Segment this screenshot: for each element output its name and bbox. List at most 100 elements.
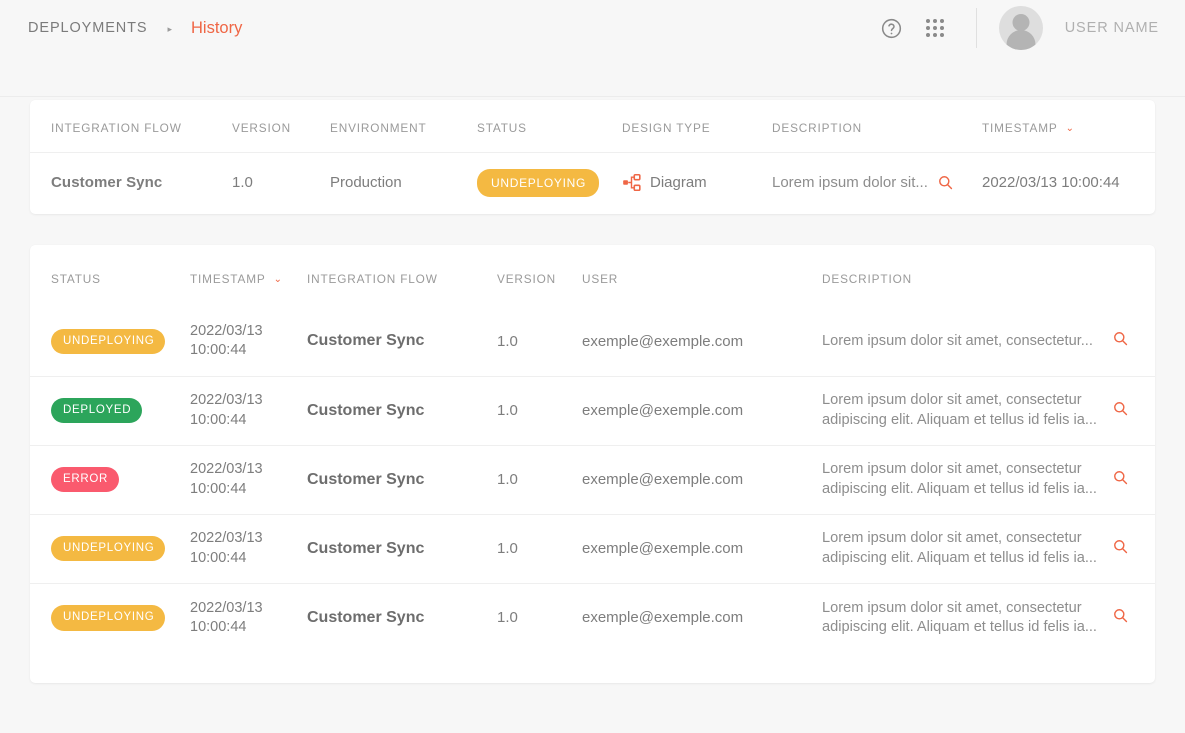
history-cell-user: exemple@exemple.com xyxy=(582,375,822,445)
history-column-version[interactable]: VERSION xyxy=(497,245,582,307)
history-cell-user: exemple@exemple.com xyxy=(582,444,822,514)
apps-grid-dot xyxy=(925,26,930,30)
summary-column-version[interactable]: VERSION xyxy=(232,100,330,152)
history-cell-version: 1.0 xyxy=(497,375,582,445)
breadcrumb: DEPLOYMENTS ▸ History xyxy=(28,0,242,56)
history-cell-timestamp: 2022/03/13 10:00:44 xyxy=(190,582,307,652)
summary-table: INTEGRATION FLOW VERSION ENVIRONMENT STA… xyxy=(30,100,1155,213)
history-column-status[interactable]: STATUS xyxy=(30,245,190,307)
help-icon[interactable] xyxy=(872,8,912,48)
status-badge: UNDEPLOYING xyxy=(51,328,166,354)
top-bar-actions: USER NAME xyxy=(872,0,1159,56)
top-bar: DEPLOYMENTS ▸ History USER NAME xyxy=(0,0,1185,97)
history-cell-description: Lorem ipsum dolor sit amet, consectetur.… xyxy=(822,332,1093,349)
history-column-timestamp[interactable]: TIMESTAMP ⌄ xyxy=(190,245,307,307)
summary-cell-environment: Production xyxy=(330,151,477,213)
summary-description-text: Lorem ipsum dolor sit... xyxy=(772,174,928,192)
history-cell-timestamp: 2022/03/13 10:00:44 xyxy=(190,323,263,359)
table-row[interactable]: UNDEPLOYING 2022/03/13 10:00:44 Customer S… xyxy=(30,307,1155,376)
summary-column-integration-flow[interactable]: INTEGRATION FLOW xyxy=(30,100,232,152)
breadcrumb-item-deployments[interactable]: DEPLOYMENTS xyxy=(28,20,147,36)
apps-grid-icon[interactable] xyxy=(912,8,952,48)
search-icon[interactable] xyxy=(1112,469,1129,486)
history-cell-integration-flow: Customer Sync xyxy=(307,375,497,445)
history-cell-user: exemple@exemple.com xyxy=(582,582,822,652)
table-row[interactable]: DEPLOYED 2022/03/13 10:00:44 Customer Sync… xyxy=(30,375,1155,445)
history-cell-description: Lorem ipsum dolor sit amet, consectetur … xyxy=(822,375,1112,445)
apps-grid-dot xyxy=(932,33,937,37)
toolbar-divider xyxy=(975,8,977,48)
avatar-head-icon xyxy=(1012,14,1030,31)
apps-grid-dot xyxy=(925,19,930,23)
history-cell-description: Lorem ipsum dolor sit amet, consectetur … xyxy=(822,513,1112,583)
apps-grid-dot xyxy=(939,19,944,23)
search-icon[interactable] xyxy=(1112,538,1129,555)
history-cell-timestamp: 2022/03/13 10:00:44 xyxy=(190,375,307,445)
search-icon[interactable] xyxy=(1112,607,1129,624)
table-row[interactable]: UNDEPLOYING 2022/03/13 10:00:44 Customer S… xyxy=(30,513,1155,583)
history-cell-integration-flow: Customer Sync xyxy=(307,444,497,514)
apps-grid-dot xyxy=(932,26,937,30)
history-cell-version: 1.0 xyxy=(497,444,582,514)
account-tree-icon xyxy=(623,174,641,192)
history-cell-user: exemple@exemple.com xyxy=(582,513,822,583)
search-icon[interactable] xyxy=(1112,400,1129,417)
history-table: STATUS TIMESTAMP ⌄ INTEGRATION FLOW VERSI… xyxy=(30,245,1155,652)
history-cell-version: 1.0 xyxy=(497,582,582,652)
history-column-description[interactable]: DESCRIPTION xyxy=(822,245,1112,307)
status-badge: UNDEPLOYING xyxy=(51,535,166,562)
apps-grid-dot xyxy=(932,19,937,23)
search-icon[interactable] xyxy=(1112,330,1129,347)
history-cell-actions xyxy=(1112,582,1155,652)
history-cell-actions xyxy=(1112,307,1155,376)
table-row[interactable]: ERROR 2022/03/13 10:00:44 Customer Sync 1.0… xyxy=(30,444,1155,514)
avatar-body-icon xyxy=(1006,30,1036,50)
history-cell-version: 1.0 xyxy=(497,513,582,583)
summary-header-row: INTEGRATION FLOW VERSION ENVIRONMENT STA… xyxy=(30,100,1155,152)
history-cell-actions xyxy=(1112,444,1155,514)
history-column-integration-flow[interactable]: INTEGRATION FLOW xyxy=(307,245,497,307)
history-cell-actions xyxy=(1112,375,1155,445)
history-column-timestamp-label: TIMESTAMP xyxy=(190,272,266,286)
history-table-body: UNDEPLOYING 2022/03/13 10:00:44 Customer S… xyxy=(30,307,1155,652)
history-cell-integration-flow: Customer Sync xyxy=(307,332,425,350)
summary-column-timestamp[interactable]: TIMESTAMP ⌄ xyxy=(982,100,1155,152)
status-badge: DEPLOYED xyxy=(51,397,143,424)
history-cell-integration-flow: Customer Sync xyxy=(307,513,497,583)
table-row[interactable]: UNDEPLOYING 2022/03/13 10:00:44 Customer S… xyxy=(30,582,1155,652)
deployment-summary-card: INTEGRATION FLOW VERSION ENVIRONMENT STA… xyxy=(30,100,1155,214)
summary-cell-version: 1.0 xyxy=(232,151,330,213)
history-cell-status: UNDEPLOYING xyxy=(30,307,190,376)
summary-row[interactable]: Customer Sync 1.0 Production UNDEPLOYING xyxy=(30,151,1155,213)
history-cell-user: exemple@exemple.com xyxy=(582,332,744,350)
summary-cell-design-type: Diagram xyxy=(622,151,772,213)
summary-column-description[interactable]: DESCRIPTION xyxy=(772,100,982,152)
history-column-user[interactable]: USER xyxy=(582,245,822,307)
page-content: INTEGRATION FLOW VERSION ENVIRONMENT STA… xyxy=(0,100,1185,683)
deployment-history-card: STATUS TIMESTAMP ⌄ INTEGRATION FLOW VERSI… xyxy=(30,245,1155,683)
design-type-label: Diagram xyxy=(650,174,707,192)
history-cell-timestamp: 2022/03/13 10:00:44 xyxy=(190,444,307,514)
history-column-actions xyxy=(1112,245,1155,307)
breadcrumb-item-history[interactable]: History xyxy=(191,19,242,38)
history-header-row: STATUS TIMESTAMP ⌄ INTEGRATION FLOW VERSI… xyxy=(30,245,1155,307)
summary-column-environment[interactable]: ENVIRONMENT xyxy=(330,100,477,152)
avatar[interactable] xyxy=(998,6,1043,50)
status-badge: ERROR xyxy=(51,466,120,493)
summary-column-status[interactable]: STATUS xyxy=(477,100,622,152)
history-cell-timestamp: 2022/03/13 10:00:44 xyxy=(190,513,307,583)
history-cell-description: Lorem ipsum dolor sit amet, consectetur … xyxy=(822,444,1112,514)
summary-column-design-type[interactable]: DESIGN TYPE xyxy=(622,100,772,152)
history-cell-status: ERROR xyxy=(30,444,190,514)
user-name-label[interactable]: USER NAME xyxy=(1065,20,1159,36)
chevron-down-icon: ⌄ xyxy=(1065,122,1075,134)
summary-cell-timestamp: 2022/03/13 10:00:44 xyxy=(982,151,1155,213)
chevron-down-icon: ⌄ xyxy=(273,274,283,285)
search-icon[interactable] xyxy=(937,174,954,191)
summary-cell-status: UNDEPLOYING xyxy=(477,151,622,213)
summary-column-timestamp-label: TIMESTAMP xyxy=(982,120,1058,135)
history-cell-status: DEPLOYED xyxy=(30,375,190,445)
history-cell-status: UNDEPLOYING xyxy=(30,582,190,652)
apps-grid-dot xyxy=(939,33,944,37)
apps-grid-dot xyxy=(925,33,930,37)
